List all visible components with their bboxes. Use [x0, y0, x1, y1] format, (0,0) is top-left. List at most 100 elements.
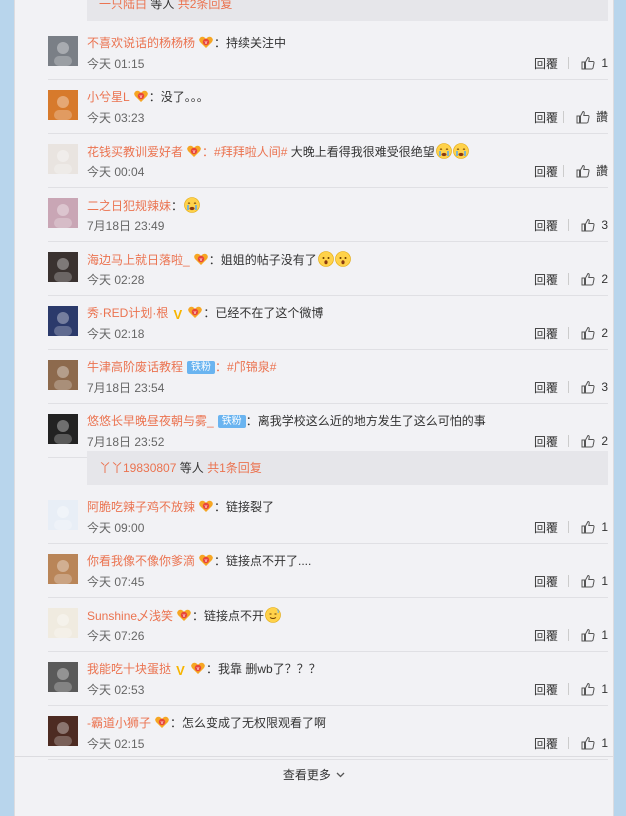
comment-time: 今天 01:15 [87, 57, 145, 71]
cry-emoji-icon [184, 197, 200, 213]
reply-button[interactable]: 回覆 [534, 683, 558, 697]
avatar[interactable] [48, 662, 78, 692]
reply-button[interactable]: 回覆 [534, 629, 558, 643]
chevron-down-icon [336, 772, 345, 778]
sub-reply-count[interactable]: 共1条回复 [207, 461, 262, 475]
username-link[interactable]: 不喜欢说话的杨杨杨 [87, 36, 195, 50]
like-button[interactable]: 1 [568, 519, 608, 535]
username-link[interactable]: 我能吃十块蛋挞 [87, 662, 171, 676]
reply-button[interactable]: 回覆 [534, 381, 558, 395]
comment-line: 我能吃十块蛋挞 Vv ：我靠 删wb了？？？ [87, 661, 608, 677]
reply-button[interactable]: 回覆 [534, 435, 558, 449]
reply-button[interactable]: 回覆 [534, 575, 558, 589]
username-link[interactable]: Sunshine乄浅笑 [87, 609, 173, 623]
svg-text:v: v [183, 613, 186, 619]
comment-text: ：链接点不开了.... [214, 554, 312, 568]
avatar[interactable] [48, 414, 78, 444]
reply-button[interactable]: 回覆 [534, 165, 558, 179]
username-link[interactable]: 秀·RED计划·根 [87, 306, 168, 320]
username-link[interactable]: -霸道小狮子 [87, 716, 151, 730]
username-link[interactable]: 你看我像不像你爹滴 [87, 554, 195, 568]
comment-item: 阿脆吃辣子鸡不放辣 v ：链接裂了 今天 09:00 回覆 1 [48, 490, 608, 544]
like-count: 1 [601, 56, 608, 70]
comment-time: 今天 09:00 [87, 521, 145, 535]
like-button[interactable]: 2 [568, 325, 608, 341]
reply-button[interactable]: 回覆 [534, 273, 558, 287]
comment-line: 悠悠长早晚昼夜朝与雾_ 铁粉 ：离我学校这么近的地方发生了这么可怕的事 [87, 413, 608, 429]
comment-line: 花钱买教训爱好者 v ：#拜拜啦人间# 大晚上看得我很难受很绝望 [87, 143, 608, 159]
comment-time: 今天 03:23 [87, 111, 145, 125]
avatar[interactable] [48, 90, 78, 120]
like-button[interactable]: 2 [568, 271, 608, 287]
sub-reply-user[interactable]: 一只陆白 [99, 0, 147, 11]
avatar[interactable] [48, 554, 78, 584]
divider [562, 111, 564, 123]
thumb-up-icon [581, 326, 595, 340]
like-button[interactable]: 1 [568, 573, 608, 589]
comment-line: -霸道小狮子 v ：怎么变成了无权限观看了啊 [87, 715, 608, 731]
username-link[interactable]: 悠悠长早晚昼夜朝与雾_ [87, 414, 214, 428]
avatar[interactable] [48, 500, 78, 530]
username-link[interactable]: 牛津高阶废话教程 [87, 360, 183, 374]
divider [568, 327, 570, 339]
reply-button[interactable]: 回覆 [534, 57, 558, 71]
reply-button[interactable]: 回覆 [534, 219, 558, 233]
like-button[interactable]: 3 [568, 217, 608, 233]
like-count: 1 [601, 628, 608, 642]
reply-button[interactable]: 回覆 [534, 521, 558, 535]
like-count: 2 [601, 272, 608, 286]
like-button[interactable]: 讚 [562, 109, 608, 125]
like-button[interactable]: 1 [568, 55, 608, 71]
like-button[interactable]: 2 [568, 433, 608, 449]
comment-time: 今天 02:28 [87, 273, 145, 287]
svg-text:v: v [205, 558, 208, 564]
avatar[interactable] [48, 716, 78, 746]
username-link[interactable]: 阿脆吃辣子鸡不放辣 [87, 500, 195, 514]
sub-reply-bar-middle[interactable]: 丫丫19830807 等人 共1条回复 [87, 451, 608, 485]
svg-text:v: v [205, 504, 208, 510]
thumb-up-icon [581, 736, 595, 750]
username-link[interactable]: 海边马上就日落啦_ [87, 253, 190, 267]
svg-text:v: v [194, 310, 197, 316]
reply-button[interactable]: 回覆 [534, 327, 558, 341]
comment-text: ：已经不在了这个微博 [203, 306, 324, 320]
avatar[interactable] [48, 306, 78, 336]
avatar[interactable] [48, 144, 78, 174]
like-button[interactable]: 1 [568, 681, 608, 697]
thumb-up-icon [581, 520, 595, 534]
like-count: 1 [601, 682, 608, 696]
avatar[interactable] [48, 360, 78, 390]
sub-reply-count[interactable]: 共2条回复 [178, 0, 233, 11]
svg-text:v: v [199, 257, 202, 263]
reply-button[interactable]: 回覆 [534, 737, 558, 751]
cry-emoji-icon [452, 143, 469, 159]
hashtag-link[interactable]: ：#拜拜啦人间# [202, 145, 287, 159]
verified-v-icon: V [173, 307, 183, 321]
comment-item: 不喜欢说话的杨杨杨 v ：持续关注中 今天 01:15 回覆 1 [48, 26, 608, 80]
sub-reply-mid: 等人 [176, 461, 208, 475]
sub-reply-bar-top[interactable]: 一只陆白 等人 共2条回复 [87, 0, 608, 21]
like-button[interactable]: 1 [568, 735, 608, 751]
like-button[interactable]: 3 [568, 379, 608, 395]
username-link[interactable]: 小兮星L [87, 90, 130, 104]
thumb-up-icon [581, 56, 595, 70]
see-more-button[interactable]: 查看更多 [15, 756, 613, 793]
reply-button[interactable]: 回覆 [534, 111, 558, 125]
username-link[interactable]: 花钱买教训爱好者 [87, 145, 183, 159]
thumb-up-icon [581, 628, 595, 642]
sub-reply-user[interactable]: 丫丫19830807 [99, 461, 176, 475]
avatar[interactable] [48, 198, 78, 228]
avatar[interactable] [48, 36, 78, 66]
avatar[interactable] [48, 608, 78, 638]
hashtag-link[interactable]: ：#邝锦泉# [215, 360, 276, 374]
comment-item: 你看我像不像你爹滴 v ：链接点不开了.... 今天 07:45 回覆 1 [48, 544, 608, 598]
divider [562, 165, 564, 177]
comment-text: ：姐姐的帖子没有了 [208, 253, 317, 267]
avatar[interactable] [48, 252, 78, 282]
like-button[interactable]: 讚 [562, 163, 608, 179]
divider [568, 521, 570, 533]
like-button[interactable]: 1 [568, 627, 608, 643]
username-link[interactable]: 二之日犯规辣妹 [87, 199, 171, 213]
divider [568, 219, 570, 231]
comment-item: -霸道小狮子 v ：怎么变成了无权限观看了啊 今天 02:15 回覆 1 [48, 706, 608, 760]
